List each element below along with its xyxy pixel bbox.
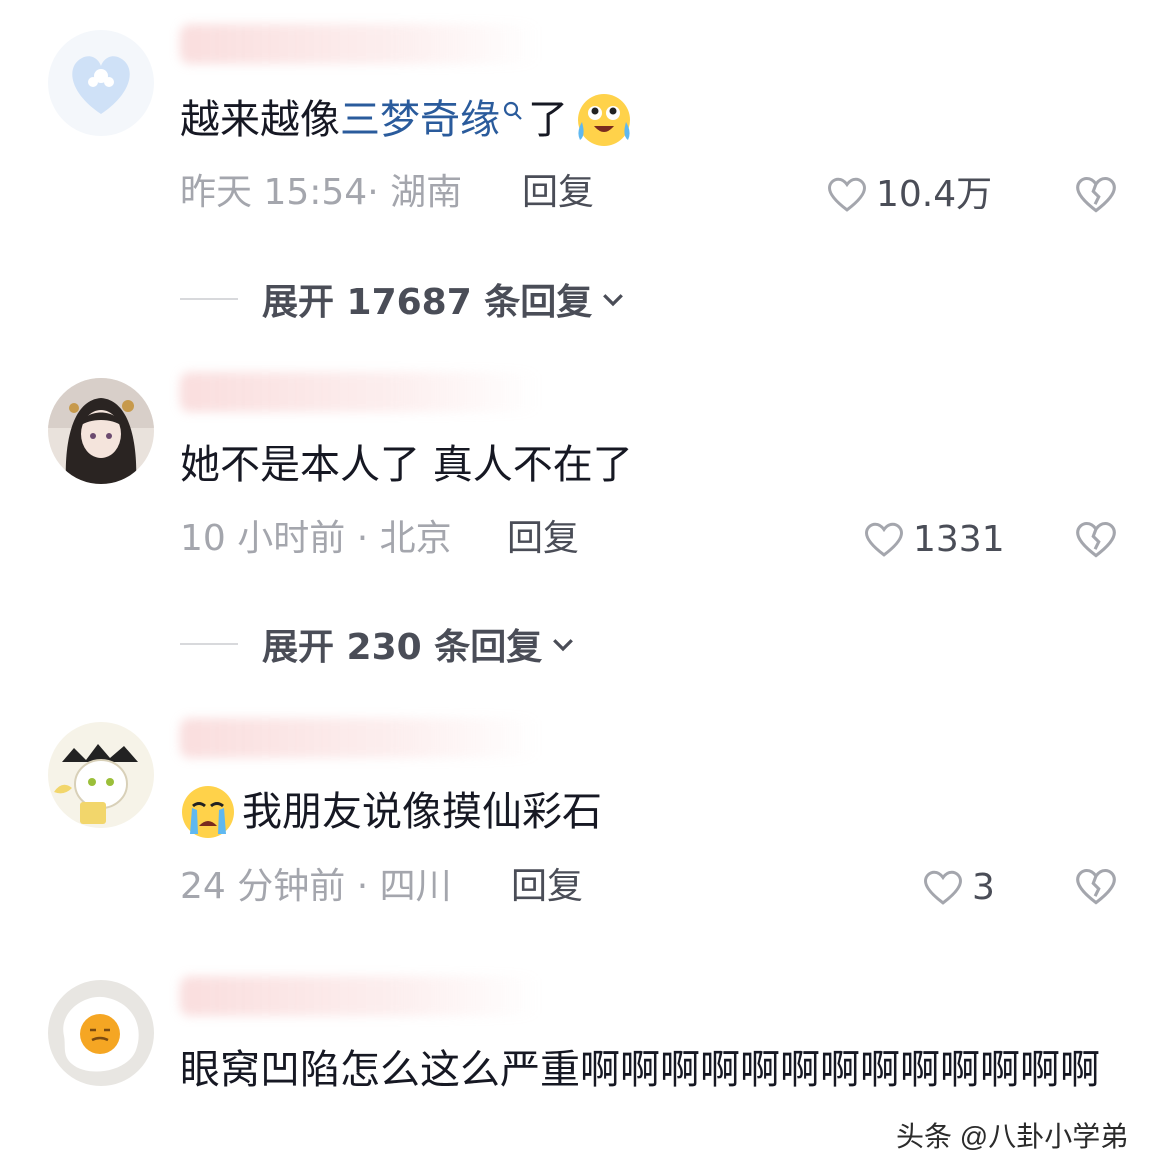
- comment-text: 她不是本人了 真人不在了: [180, 442, 633, 488]
- username[interactable]: [180, 24, 540, 64]
- search-icon[interactable]: [502, 100, 524, 122]
- time-location: 10 小时前 · 北京: [180, 518, 452, 559]
- dislike-button[interactable]: [1074, 173, 1118, 217]
- chevron-down-icon: [603, 294, 624, 307]
- avatar[interactable]: [48, 30, 154, 136]
- expand-label: 展开 17687 条回复: [262, 282, 593, 323]
- broken-heart-icon: [1076, 868, 1116, 905]
- time-location: 昨天 15:54· 湖南: [180, 172, 463, 213]
- heart-icon: [865, 522, 903, 557]
- reply-button[interactable]: 回复: [511, 862, 583, 912]
- comment-text-part: 了: [528, 97, 568, 143]
- reply-button[interactable]: 回复: [522, 168, 594, 218]
- dislike-button[interactable]: [1074, 518, 1118, 562]
- like-count: 3: [972, 867, 995, 908]
- broken-heart-icon: [1076, 176, 1116, 213]
- heart-icon: [924, 870, 962, 905]
- comment-text: 越来越像 三梦奇缘了: [180, 92, 632, 148]
- expand-label: 展开 230 条回复: [262, 627, 543, 668]
- divider: [180, 298, 238, 300]
- broken-heart-icon: [1076, 521, 1116, 558]
- like-count: 10.4万: [876, 174, 993, 215]
- like-button[interactable]: 3: [922, 863, 995, 913]
- divider: [180, 643, 238, 645]
- chevron-down-icon: [553, 639, 574, 652]
- like-button[interactable]: 10.4万: [826, 170, 992, 220]
- search-link[interactable]: 三梦奇缘: [340, 93, 500, 147]
- avatar[interactable]: [48, 980, 154, 1086]
- dislike-button[interactable]: [1074, 865, 1118, 909]
- username[interactable]: [180, 718, 540, 758]
- username[interactable]: [180, 976, 540, 1016]
- like-button[interactable]: 1331: [863, 515, 1005, 565]
- watermark: 头条 @八卦小学弟: [896, 1121, 1129, 1152]
- crying-emoji: [180, 784, 236, 840]
- heart-icon: [828, 177, 866, 212]
- time-location: 24 分钟前 · 四川: [180, 866, 452, 907]
- comment-text: 眼窝凹陷怎么这么严重啊啊啊啊啊啊啊啊啊啊啊啊啊: [180, 1047, 1100, 1093]
- reply-button[interactable]: 回复: [507, 514, 579, 564]
- laugh-cry-emoji: [576, 92, 632, 148]
- like-count: 1331: [913, 519, 1005, 560]
- comment-text-part: 我朋友说像摸仙彩石: [242, 789, 602, 835]
- username[interactable]: [180, 372, 540, 412]
- comment-text-part: 越来越像: [180, 97, 340, 143]
- avatar[interactable]: [48, 378, 154, 484]
- comment-text: 我朋友说像摸仙彩石: [180, 784, 602, 840]
- avatar[interactable]: [48, 722, 154, 828]
- expand-replies[interactable]: 展开 17687 条回复: [180, 274, 628, 324]
- expand-replies[interactable]: 展开 230 条回复: [180, 619, 578, 669]
